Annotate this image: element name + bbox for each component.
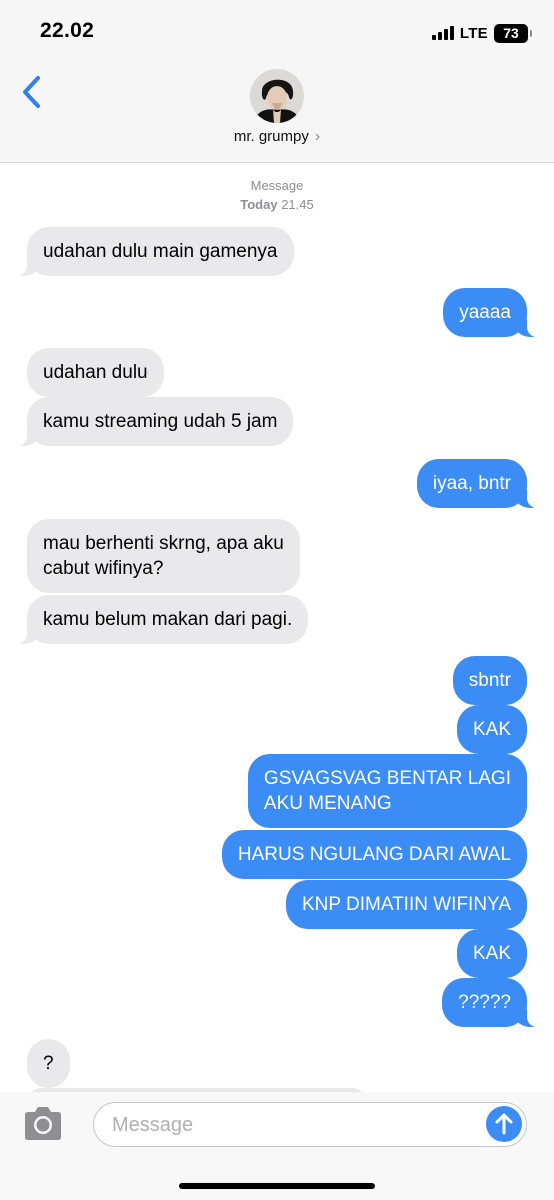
message-field[interactable]: [93, 1102, 527, 1147]
message-bubble-outgoing[interactable]: ?????: [442, 978, 537, 1027]
message-bubble-incoming[interactable]: kamu belum makan dari pagi.: [16, 595, 309, 644]
battery-level: 73: [503, 24, 519, 41]
message-bubble-incoming[interactable]: udahan dulu main gamenya: [17, 227, 294, 276]
status-time: 22.02: [40, 19, 95, 42]
message-bubble-outgoing[interactable]: sbntr: [452, 656, 527, 705]
network-label: LTE: [459, 24, 488, 42]
camera-button[interactable]: [22, 1106, 64, 1142]
avatar-photo: [250, 69, 304, 123]
send-button[interactable]: [486, 1106, 522, 1142]
message-bubble-incoming[interactable]: udahan dulu: [27, 348, 164, 397]
message-bubble-outgoing[interactable]: GSVAGSVAG BENTAR LAGI AKU MENANG: [247, 754, 527, 828]
contact-name-button[interactable]: mr. grumpy ›: [0, 128, 554, 150]
message-bubble-outgoing[interactable]: iyaa, bntr: [416, 459, 538, 508]
message-bubble-incoming[interactable]: mau berhenti skrng, apa aku cabut wifinya…: [27, 519, 300, 593]
timestamp: Today 21.45: [240, 197, 314, 212]
cellular-signal-icon: [431, 26, 454, 40]
contact-avatar[interactable]: [250, 69, 304, 123]
service-label: Message: [250, 178, 304, 193]
chevron-left-icon: [23, 76, 40, 108]
message-bubble-outgoing[interactable]: KAK: [456, 705, 527, 754]
message-bubble-outgoing[interactable]: HARUS NGULANG DARI AWAL: [221, 830, 527, 879]
back-button[interactable]: [14, 70, 50, 114]
status-indicators: LTE 73: [431, 22, 532, 44]
message-bubble-outgoing[interactable]: yaaaa: [443, 288, 537, 337]
arrow-up-icon: [495, 1113, 513, 1135]
message-input[interactable]: [110, 1103, 474, 1147]
battery-icon: 73: [494, 23, 532, 43]
message-bubble-outgoing[interactable]: KAK: [456, 929, 527, 978]
conversation-header: 22.02 LTE 73 mr. grumpy ›: [0, 0, 554, 163]
message-bubble-incoming[interactable]: ?: [27, 1039, 70, 1088]
message-bubble-outgoing[interactable]: KNP DIMATIIN WIFINYA: [285, 880, 527, 929]
camera-icon: [25, 1107, 61, 1140]
message-bubble-incoming[interactable]: kamu streaming udah 5 jam: [16, 397, 294, 446]
chevron-right-icon: ›: [314, 128, 321, 145]
contact-name: mr. grumpy: [233, 128, 309, 145]
home-indicator[interactable]: [179, 1183, 375, 1189]
